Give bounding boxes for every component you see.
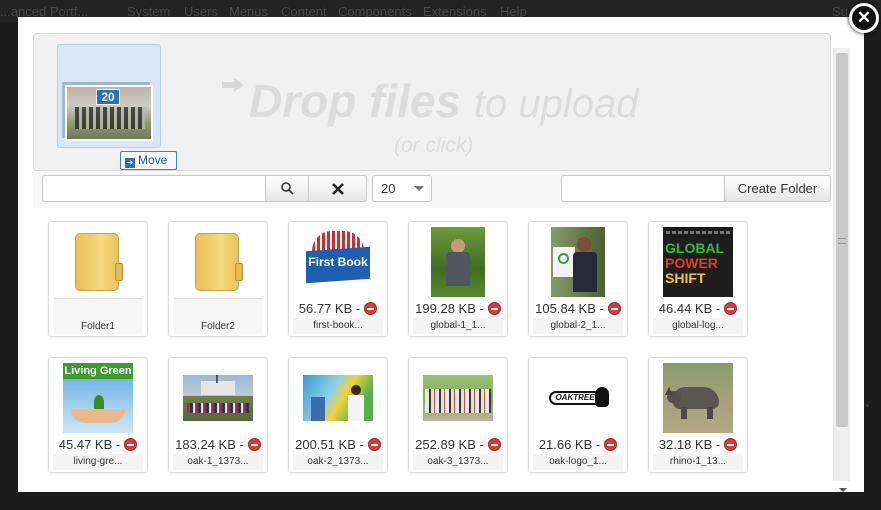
file-tile[interactable]: GLOBAL POWER SHIFT 46.44 KB - global-log…: [648, 221, 748, 337]
move-drop-indicator: ➜ Move: [120, 151, 177, 170]
global-power-text-2: POWER: [665, 255, 718, 271]
dropzone-title-bold: Drop files: [249, 75, 462, 127]
oaktree-logo-text: OAKTREE: [549, 391, 601, 405]
chevron-down-icon: [414, 186, 424, 191]
move-arrow-icon: ➜: [125, 158, 135, 168]
search-icon: [280, 182, 294, 195]
living-green-text: Living Green: [63, 363, 133, 379]
delete-icon[interactable]: [607, 302, 621, 315]
file-thumbnail-first-book: First Book: [304, 227, 372, 297]
close-icon: [331, 183, 344, 195]
folder-tile[interactable]: Folder2: [168, 221, 268, 337]
file-thumbnail-oak-2: [303, 375, 373, 421]
file-name: living-gre...: [53, 454, 143, 470]
file-tile[interactable]: Living Green 45.47 KB - living-gre...: [48, 357, 148, 473]
dropzone-subtitle: (or click): [394, 134, 474, 157]
folder-icon: [195, 233, 243, 291]
upload-dropzone[interactable]: Drop files to upload (or click) 20 ➜ Move: [33, 33, 831, 171]
file-tile[interactable]: First Book 56.77 KB - first-book...: [288, 221, 388, 337]
global-power-text-3: SHIFT: [665, 270, 706, 286]
file-size: 32.18 KB -: [658, 437, 721, 452]
dropzone-title: Drop files to upload: [249, 74, 639, 128]
global-power-text-1: GLOBAL: [665, 240, 725, 256]
file-tile[interactable]: 200.51 KB - oak-2_1373...: [288, 357, 388, 473]
file-name: global-2_1...: [533, 318, 623, 334]
modal-close-button[interactable]: ✕: [849, 3, 879, 33]
scroll-down-arrow-icon[interactable]: [839, 488, 847, 492]
file-name: oak-logo_1...: [533, 454, 623, 470]
file-thumbnail-living-green: Living Green: [63, 363, 133, 433]
folder-icon: [75, 233, 123, 291]
file-name: oak-2_1373...: [293, 454, 383, 470]
file-size: 183.24 KB -: [175, 437, 244, 452]
vertical-scrollbar[interactable]: [833, 48, 850, 492]
file-tile[interactable]: 32.18 KB - rhino-1_13...: [648, 357, 748, 473]
file-thumbnail-oak-1: [183, 375, 253, 421]
create-folder-button[interactable]: Create Folder: [724, 175, 831, 202]
folder-name: Folder1: [54, 299, 142, 334]
file-name: first-book...: [293, 318, 383, 334]
delete-icon[interactable]: [247, 438, 261, 451]
file-size: 199.28 KB -: [415, 301, 484, 316]
delete-icon[interactable]: [367, 438, 381, 451]
file-size: 56.77 KB -: [298, 301, 361, 316]
move-label: Move: [138, 153, 168, 167]
delete-icon[interactable]: [487, 302, 501, 315]
file-thumbnail-oak-3: [423, 375, 493, 421]
search-input[interactable]: [42, 175, 266, 202]
file-name: global-1_1...: [413, 318, 503, 334]
backdrop-dot: [866, 404, 869, 407]
search-button[interactable]: [265, 175, 309, 202]
file-tile[interactable]: 183.24 KB - oak-1_1373...: [168, 357, 268, 473]
file-thumbnail-global-1: [431, 227, 485, 297]
items-per-page-select[interactable]: 20: [372, 175, 432, 202]
clear-search-button[interactable]: [308, 175, 367, 202]
delete-icon[interactable]: [724, 302, 738, 315]
file-name: oak-1_1373...: [173, 454, 263, 470]
dropzone-title-light: to upload: [473, 82, 639, 126]
file-size: 252.89 KB -: [415, 437, 484, 452]
file-tile[interactable]: 105.84 KB - global-2_1...: [528, 221, 628, 337]
file-size: 105.84 KB -: [535, 301, 604, 316]
file-name: oak-3_1373...: [413, 454, 503, 470]
delete-icon[interactable]: [604, 438, 618, 451]
delete-icon[interactable]: [124, 438, 138, 451]
file-size: 45.47 KB -: [58, 437, 121, 452]
file-size: 21.66 KB -: [538, 437, 601, 452]
file-tile[interactable]: 199.28 KB - global-1_1...: [408, 221, 508, 337]
file-thumbnail-oak-logo: OAKTREE: [543, 375, 613, 421]
delete-icon[interactable]: [364, 302, 378, 315]
dragged-file-preview[interactable]: 20: [57, 44, 161, 148]
scrollbar-grip: [838, 238, 846, 244]
items-per-page-value: 20: [381, 181, 396, 196]
file-name: global-log...: [653, 318, 743, 334]
file-name: rhino-1_13...: [653, 454, 743, 470]
media-toolbar: 20 Create Folder: [33, 172, 831, 208]
folder-name: Folder2: [174, 299, 262, 334]
file-tile[interactable]: 252.89 KB - oak-3_1373...: [408, 357, 508, 473]
file-size: 200.51 KB -: [295, 437, 364, 452]
delete-icon[interactable]: [724, 438, 738, 451]
file-thumbnail-global-2: [551, 227, 605, 297]
new-folder-name-input[interactable]: [561, 175, 726, 202]
delete-icon[interactable]: [487, 438, 501, 451]
media-manager-modal: Drop files to upload (or click) 20 ➜ Move: [18, 17, 864, 492]
file-tile[interactable]: OAKTREE 21.66 KB - oak-logo_1...: [528, 357, 628, 473]
group-photo-figures: [75, 107, 145, 129]
file-thumbnail-rhino-1: [663, 363, 733, 433]
file-size: 46.44 KB -: [658, 301, 721, 316]
arrow-right-icon: [222, 78, 244, 92]
first-book-logo-text: First Book: [308, 255, 368, 269]
folder-tile[interactable]: Folder1: [48, 221, 148, 337]
scrollbar-thumb[interactable]: [836, 53, 848, 427]
drag-count-badge: 20: [96, 89, 120, 105]
file-thumbnail-global-logo: GLOBAL POWER SHIFT: [663, 227, 733, 297]
